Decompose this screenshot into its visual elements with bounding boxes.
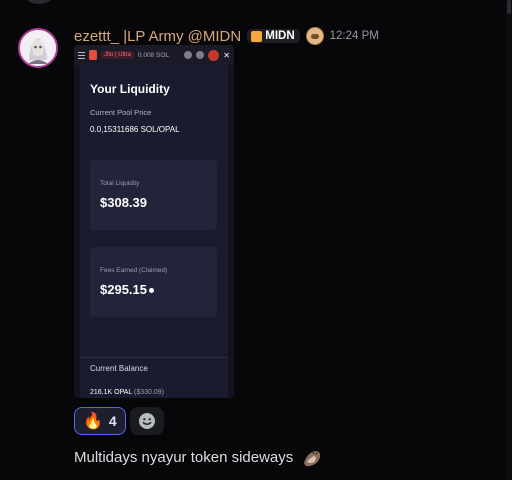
previous-message-avatar-edge xyxy=(26,0,52,4)
reaction-count: 4 xyxy=(108,413,117,429)
app-logo-icon xyxy=(89,50,97,60)
otter-emoji xyxy=(304,451,321,467)
fees-earned-card: Fees Earned (Claimed) $295.15 xyxy=(90,247,217,317)
server-tag-icon xyxy=(251,30,263,42)
divider xyxy=(80,357,228,358)
avatar[interactable] xyxy=(18,28,58,68)
fire-icon xyxy=(208,49,220,61)
reactions-bar: 🔥 4 xyxy=(74,407,164,435)
add-reaction-button[interactable] xyxy=(129,407,164,435)
smiley-add-reaction-icon xyxy=(138,413,155,429)
fees-earned-value: $295.15 xyxy=(100,282,147,297)
pool-price-label: Current Pool Price xyxy=(90,108,152,117)
fees-earned-value-row: $295.15 xyxy=(100,282,154,297)
username[interactable]: ezettt_ |LP Army @MIDN xyxy=(74,28,241,45)
menu-icon xyxy=(78,51,85,59)
scrollbar-thumb[interactable] xyxy=(507,0,511,14)
notification-icon xyxy=(196,51,205,59)
balance-usd: ($330.09) xyxy=(133,389,164,396)
close-icon: ✕ xyxy=(223,50,230,60)
avatar-image xyxy=(20,30,56,66)
attachment-tag: Jito | Ultra xyxy=(101,51,134,59)
attachment-status-bar: Jito | Ultra 0.008 SOL ✕ xyxy=(74,45,234,65)
total-liquidity-label: Total Liquidity xyxy=(100,180,140,187)
current-balance-label: Current Balance xyxy=(90,364,148,373)
message-text: Multidays nyayur token sideways xyxy=(74,448,294,466)
fees-earned-label: Fees Earned (Claimed) xyxy=(100,267,168,274)
server-tag-label: MIDN xyxy=(265,30,295,42)
liquidity-title: Your Liquidity xyxy=(90,82,170,96)
server-tag[interactable]: MIDN xyxy=(247,29,300,43)
balance-amount: 216.1K OPAL xyxy=(90,389,133,396)
attachment-sol-balance: 0.008 SOL xyxy=(137,51,169,59)
timestamp[interactable]: 12:24 PM xyxy=(330,30,379,42)
fire-emoji-icon: 🔥 xyxy=(83,413,103,430)
message-content: Multidays nyayur token sideways xyxy=(74,447,323,469)
total-liquidity-card: Total Liquidity $308.39 xyxy=(90,160,217,230)
message-header: ezettt_ |LP Army @MIDN MIDN 12:24 PM xyxy=(74,26,379,46)
pool-price-value: 0.0,15311686 SOL/OPAL xyxy=(90,125,180,134)
total-liquidity-value: $308.39 xyxy=(100,195,147,210)
image-attachment[interactable]: Jito | Ultra 0.008 SOL ✕ Your Liquidity … xyxy=(74,45,234,398)
reaction-fire[interactable]: 🔥 4 xyxy=(74,407,126,435)
current-balance-row: 216.1K OPAL ($330.09) xyxy=(90,389,164,396)
settings-icon xyxy=(184,51,193,59)
liquidity-panel: Your Liquidity Current Pool Price 0.0,15… xyxy=(80,65,228,398)
scrollbar[interactable] xyxy=(506,0,512,480)
role-icon[interactable] xyxy=(305,27,324,45)
coin-icon xyxy=(149,288,154,294)
attachment-toolbar-icons: ✕ xyxy=(184,49,230,61)
